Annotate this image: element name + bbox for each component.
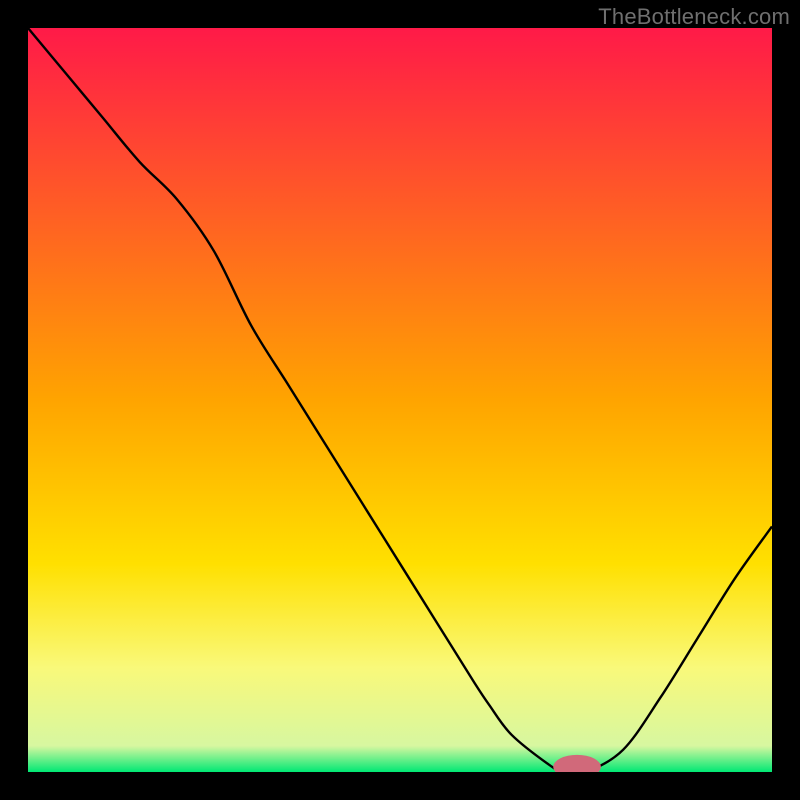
chart-container: TheBottleneck.com: [0, 0, 800, 800]
watermark-text: TheBottleneck.com: [598, 4, 790, 30]
gradient-rect: [28, 28, 772, 772]
chart-svg: [28, 28, 772, 772]
plot-area: [28, 28, 772, 772]
